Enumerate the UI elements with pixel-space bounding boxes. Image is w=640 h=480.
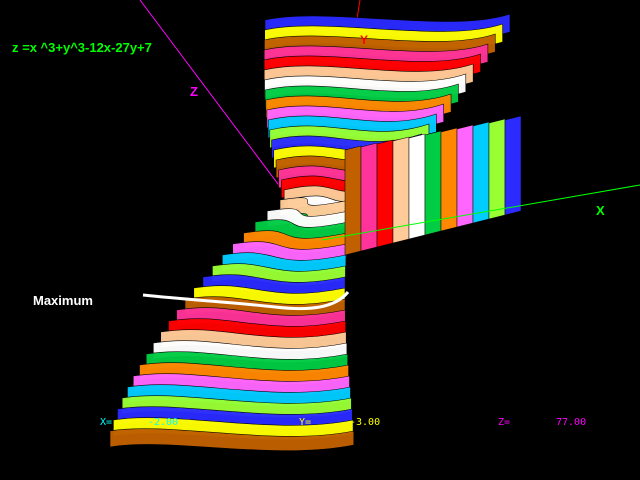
equation-label: z =x ^3+y^3-12x-27y+7 xyxy=(12,40,152,55)
readout-z-value: 77.00 xyxy=(556,417,587,428)
readout-y-value: -3.00 xyxy=(350,417,381,428)
y-axis-label: Y xyxy=(360,33,369,47)
surface-band xyxy=(344,145,362,256)
surface-mesh xyxy=(109,13,522,451)
x-axis-label: X xyxy=(596,203,605,218)
surface-band xyxy=(472,121,490,224)
surface-band xyxy=(360,142,378,252)
readout-z-label: Z= xyxy=(498,417,511,428)
surface-band xyxy=(488,118,506,220)
surface-band xyxy=(504,115,522,216)
surface-band xyxy=(456,124,474,228)
surface-band xyxy=(376,139,394,248)
surface-band xyxy=(440,127,458,232)
z-axis-label: Z xyxy=(190,84,198,99)
surface-plot-canvas[interactable] xyxy=(0,0,640,480)
plot-window: z =x ^3+y^3-12x-27y+7 Maximum Z X Y X= -… xyxy=(0,0,640,480)
readout-x-value: -2.00 xyxy=(148,417,179,428)
readout-x-label: X= xyxy=(100,417,113,428)
maximum-annotation: Maximum xyxy=(33,293,93,308)
readout-y-label: Y= xyxy=(299,417,312,428)
